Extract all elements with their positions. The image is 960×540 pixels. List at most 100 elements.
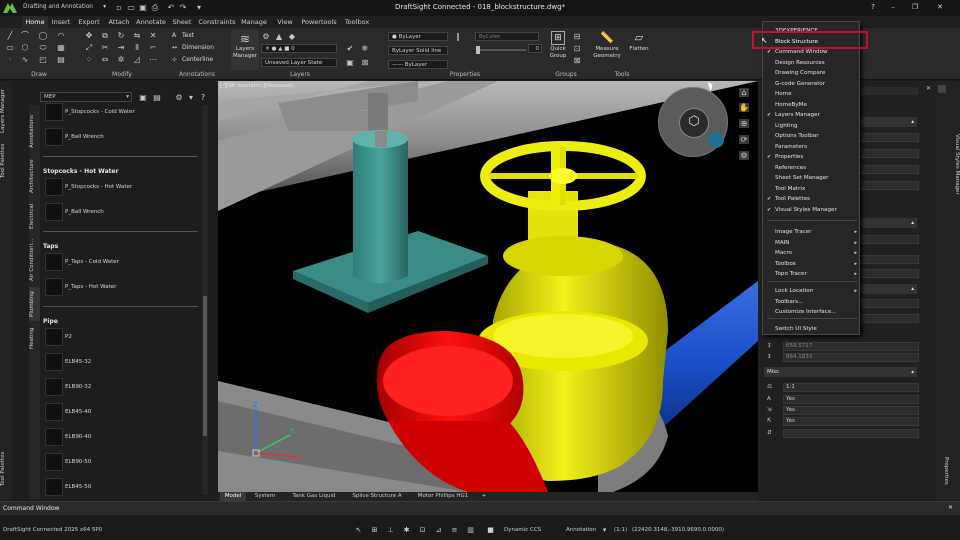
misc-row-scale[interactable]: ⚖ 1:1	[767, 382, 919, 392]
circle-icon[interactable]: ◯	[38, 31, 48, 40]
measure-geometry-button[interactable]: 📏 Measure Geometry	[592, 31, 622, 69]
menu-item[interactable]: Lighting	[764, 121, 860, 132]
close-button[interactable]: ✕	[935, 3, 945, 11]
layer-isolate-icon[interactable]: ◆	[287, 32, 297, 41]
polygon-icon[interactable]: ⬡	[20, 43, 30, 52]
palette-item[interactable]: P2	[43, 326, 198, 348]
view-cube-ring-segment[interactable]	[708, 132, 724, 148]
table-icon[interactable]: ▤	[56, 55, 66, 64]
view-zoom-icon[interactable]: ⊕	[739, 119, 749, 128]
menu-item[interactable]: Parameters	[764, 142, 860, 153]
bycolor-select[interactable]: ByColor	[475, 32, 539, 41]
menu-item[interactable]: HomeByMe	[764, 100, 860, 111]
workspace-select[interactable]: Drafting and Annotation ▾	[20, 3, 108, 13]
palette-item[interactable]: ELB45-32	[43, 351, 198, 373]
coord-y-value[interactable]: 659.5717	[783, 342, 919, 351]
tab-powertools[interactable]: Powertools	[300, 16, 338, 28]
offset-icon[interactable]: ⫴	[132, 43, 142, 52]
layout-tab-splice-structure-a[interactable]: Splice Structure A	[346, 492, 408, 501]
palette-item[interactable]: ELB90-50	[43, 451, 198, 473]
tab-view[interactable]: View	[273, 16, 297, 28]
linetype-select[interactable]: ByLayer Solid line	[388, 46, 448, 55]
palette-item[interactable]: P_Stopcocks - Hot Water	[43, 176, 198, 198]
menu-item[interactable]: Customize Interface...	[764, 307, 860, 318]
add-layout-button[interactable]: +	[478, 492, 490, 501]
ellipse-icon[interactable]: ⬭	[38, 43, 48, 52]
copy-icon[interactable]: ⧉	[100, 31, 110, 40]
annotation-dropdown-icon[interactable]: ▾	[600, 526, 609, 535]
palette-item[interactable]: ELB45-40	[43, 401, 198, 423]
group-select-icon[interactable]: ⊠	[572, 56, 582, 65]
misc-row-3[interactable]: ⇲ Yes	[767, 405, 919, 415]
point-icon[interactable]: ·	[5, 55, 15, 64]
esnap-icon[interactable]: ⊡	[418, 526, 427, 535]
transparency-icon[interactable]: ‖	[453, 32, 463, 41]
menu-item[interactable]: ✔ Visual Styles Manager	[764, 205, 860, 216]
misc-value-4[interactable]: Yes	[783, 417, 919, 426]
flatten-button[interactable]: ▱ Flatten	[626, 31, 652, 69]
lineweight-toggle-icon[interactable]: ≡	[450, 526, 459, 535]
panel-select-field[interactable]	[858, 87, 918, 95]
layout-tab-motor-phillips[interactable]: Motor Phillips HG1	[412, 492, 474, 501]
property-row-coord-z[interactable]: ↕ 864.1833	[767, 352, 919, 362]
menu-item[interactable]: Home	[764, 89, 860, 100]
command-window-close-icon[interactable]: ✕	[948, 504, 953, 511]
coord-z-value[interactable]: 864.1833	[783, 353, 919, 362]
menu-item[interactable]: Drawing Compare	[764, 68, 860, 79]
view-orbit-icon[interactable]: ⟳	[739, 135, 749, 144]
layout-tab-system[interactable]: System	[248, 492, 282, 501]
layer-walk-icon[interactable]: ⊠	[360, 58, 370, 67]
misc-row-2[interactable]: A Yes	[767, 394, 919, 404]
redo-icon[interactable]: ↷	[178, 3, 188, 12]
explode-icon[interactable]: ✲	[116, 55, 126, 64]
misc-value-2[interactable]: Yes	[783, 395, 919, 404]
status-scale[interactable]: (1:1)	[614, 521, 627, 540]
mirror-icon[interactable]: ⇋	[132, 31, 142, 40]
misc-value-3[interactable]: Yes	[783, 406, 919, 415]
array-icon[interactable]: ⁘	[84, 55, 94, 64]
tab-attach[interactable]: Attach	[106, 16, 132, 28]
tab-toolbox[interactable]: Toolbox	[340, 16, 374, 28]
more-icon[interactable]: ▾	[194, 3, 204, 12]
layer-freeze-icon[interactable]: ❄	[360, 44, 370, 53]
menu-item[interactable]: References	[764, 163, 860, 174]
tab-layers-manager-vertical[interactable]: Layers Manager	[0, 85, 12, 137]
misc-row-4[interactable]: ⇱ Yes	[767, 416, 919, 426]
move-icon[interactable]: ✥	[84, 31, 94, 40]
group-edit-icon[interactable]: ⊡	[572, 44, 582, 53]
save-icon[interactable]: ▣	[138, 3, 148, 12]
menu-item[interactable]: Topo Tracer ▸	[764, 269, 860, 280]
menu-item[interactable]: Tool Matrix	[764, 184, 860, 195]
trim-icon[interactable]: ✂	[100, 43, 110, 52]
ortho-icon[interactable]: ⊥	[386, 526, 395, 535]
menu-item[interactable]: MAIN ▸	[764, 238, 860, 249]
category-air-conditioning[interactable]: Air Conditioni...	[29, 235, 40, 285]
undo-icon[interactable]: ↶	[166, 3, 176, 12]
menu-item[interactable]: ✔ Tool Palettes	[764, 194, 860, 205]
menu-item[interactable]: Options Toolbar	[764, 131, 860, 142]
rectangle-icon[interactable]: ▭	[5, 43, 15, 52]
polar-icon[interactable]: ✱	[402, 526, 411, 535]
palette-item[interactable]: ELB45-50	[43, 476, 198, 498]
menu-item[interactable]: ✔ Layers Manager	[764, 110, 860, 121]
status-dynamic-ccs[interactable]: Dynamic CCS	[504, 521, 541, 540]
palette-scrollbar-thumb[interactable]	[203, 296, 207, 436]
lineweight-select[interactable]: —— ByLayer	[388, 60, 448, 69]
menu-item[interactable]: Toolbars...	[764, 297, 860, 308]
layer-previous-icon[interactable]: ▲	[274, 32, 284, 41]
viewport-label[interactable]: [-][SE Isometric][Gouraud]	[220, 83, 293, 89]
panel-close-icon[interactable]: ✕	[926, 85, 931, 92]
drawing-viewport[interactable]: [-][SE Isometric][Gouraud] ⬡ ⌂ ✋ ⊕ ⟳ ⚙ Z…	[218, 81, 758, 492]
region-icon[interactable]: ◰	[38, 55, 48, 64]
quick-group-button[interactable]: ⊞ Quick Group	[548, 31, 568, 69]
view-cube[interactable]: ⬡	[658, 87, 728, 157]
maximize-button[interactable]: ❐	[910, 3, 920, 11]
palette-item[interactable]: P_Ball Wrench	[43, 126, 198, 148]
cursor-select-icon[interactable]: ↖	[354, 526, 363, 535]
tab-visual-styles-manager[interactable]: Visual Styles Manager	[948, 121, 960, 207]
transparency-slider[interactable]	[476, 49, 526, 51]
palette-item[interactable]: P_Ball Wrench	[43, 201, 198, 223]
menu-item[interactable]: Sheet Set Manager	[764, 173, 860, 184]
status-annotation[interactable]: Annotation	[566, 521, 596, 540]
menu-item[interactable]: Toolbox ▸	[764, 259, 860, 270]
